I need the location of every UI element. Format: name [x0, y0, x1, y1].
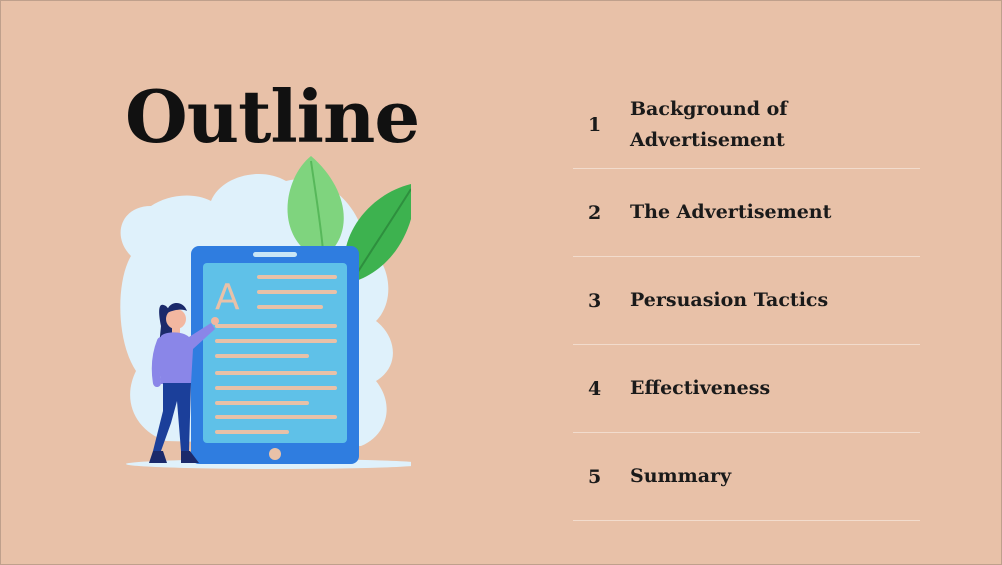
item-label-line2: Advertisement [630, 128, 785, 151]
item-label: The Advertisement [630, 201, 832, 224]
item-label: Effectiveness [630, 377, 771, 400]
outline-item-5: 5 Summary [573, 433, 920, 521]
item-label: Persuasion Tactics [630, 289, 829, 312]
item-number: 2 [588, 201, 602, 224]
outline-list: 1 Background of Advertisement 2 The Adve… [573, 81, 920, 521]
tablet-letter: A [215, 277, 240, 318]
tablet-icon: A [191, 246, 359, 464]
item-label: Summary [630, 465, 732, 488]
item-number: 3 [588, 289, 602, 312]
slide: Outline A 1 Background of Advertisement … [0, 0, 1002, 565]
outline-item-4: 4 Effectiveness [573, 345, 920, 433]
outline-item-2: 2 The Advertisement [573, 169, 920, 257]
item-number: 4 [588, 377, 602, 400]
outline-item-1: 1 Background of Advertisement [573, 81, 920, 169]
item-label: Background of Advertisement [630, 94, 787, 155]
tablet-illustration: A [120, 156, 411, 469]
slide-title: Outline [125, 74, 420, 159]
item-number: 1 [588, 113, 602, 136]
item-number: 5 [588, 465, 602, 488]
item-label-line1: Background of [630, 98, 788, 121]
outline-item-3: 3 Persuasion Tactics [573, 257, 920, 345]
